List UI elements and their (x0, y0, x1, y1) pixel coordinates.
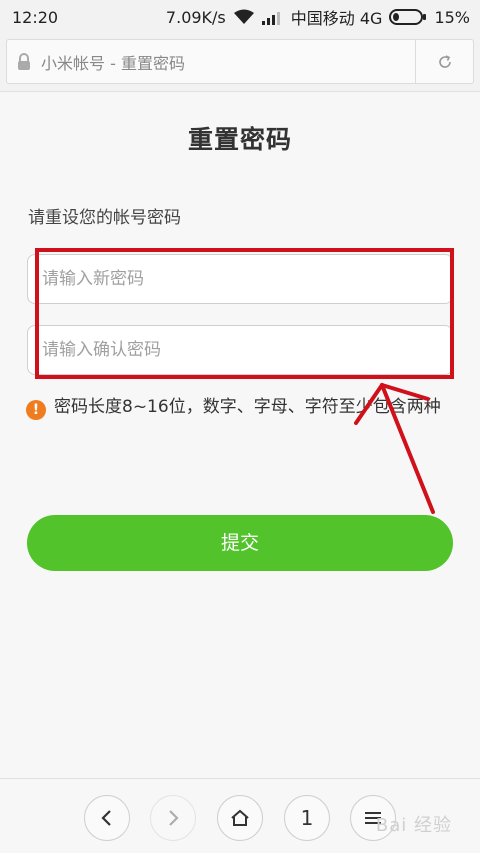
browser-address-bar: 小米帐号 - 重置密码 (0, 34, 480, 92)
warning-icon: ! (26, 400, 46, 420)
carrier-label: 中国移动 4G (290, 9, 383, 28)
forward-button[interactable] (150, 795, 196, 841)
browser-bottom-bar: 1 Bai 经验 (0, 778, 480, 853)
status-time: 12:20 (12, 7, 59, 27)
chevron-left-icon (101, 810, 111, 826)
page-subtitle: 请重设您的帐号密码 (28, 208, 181, 228)
password-hint: ! 密码长度8~16位，数字、字母、字符至少包含两种 (26, 394, 456, 420)
page-title: 重置密码 (187, 125, 292, 154)
status-bar: 12:20 7.09K/s 中国移动 4G 15% (0, 0, 480, 34)
battery-icon (389, 8, 427, 26)
submit-button[interactable]: 提交 (27, 515, 453, 571)
password-hint-text: 密码长度8~16位，数字、字母、字符至少包含两种 (54, 397, 441, 417)
refresh-icon[interactable] (415, 40, 473, 83)
url-text: 小米帐号 - 重置密码 (41, 53, 185, 73)
battery-level: 15% (434, 7, 470, 27)
home-button[interactable] (217, 795, 263, 841)
url-field[interactable]: 小米帐号 - 重置密码 (6, 39, 474, 84)
home-icon (231, 809, 249, 826)
chevron-right-icon (169, 810, 179, 826)
wifi-icon (233, 9, 255, 25)
signal-icon (261, 10, 284, 25)
watermark-text: Bai 经验 (375, 815, 452, 836)
confirm-password-input[interactable] (27, 325, 453, 375)
lock-icon (7, 52, 41, 71)
tabs-count: 1 (300, 806, 314, 830)
back-button[interactable] (84, 795, 130, 841)
network-speed: 7.09K/s (165, 7, 226, 27)
tabs-button[interactable]: 1 (284, 795, 330, 841)
new-password-input[interactable] (27, 254, 453, 304)
status-right: 7.09K/s 中国移动 4G 15% (166, 5, 470, 29)
